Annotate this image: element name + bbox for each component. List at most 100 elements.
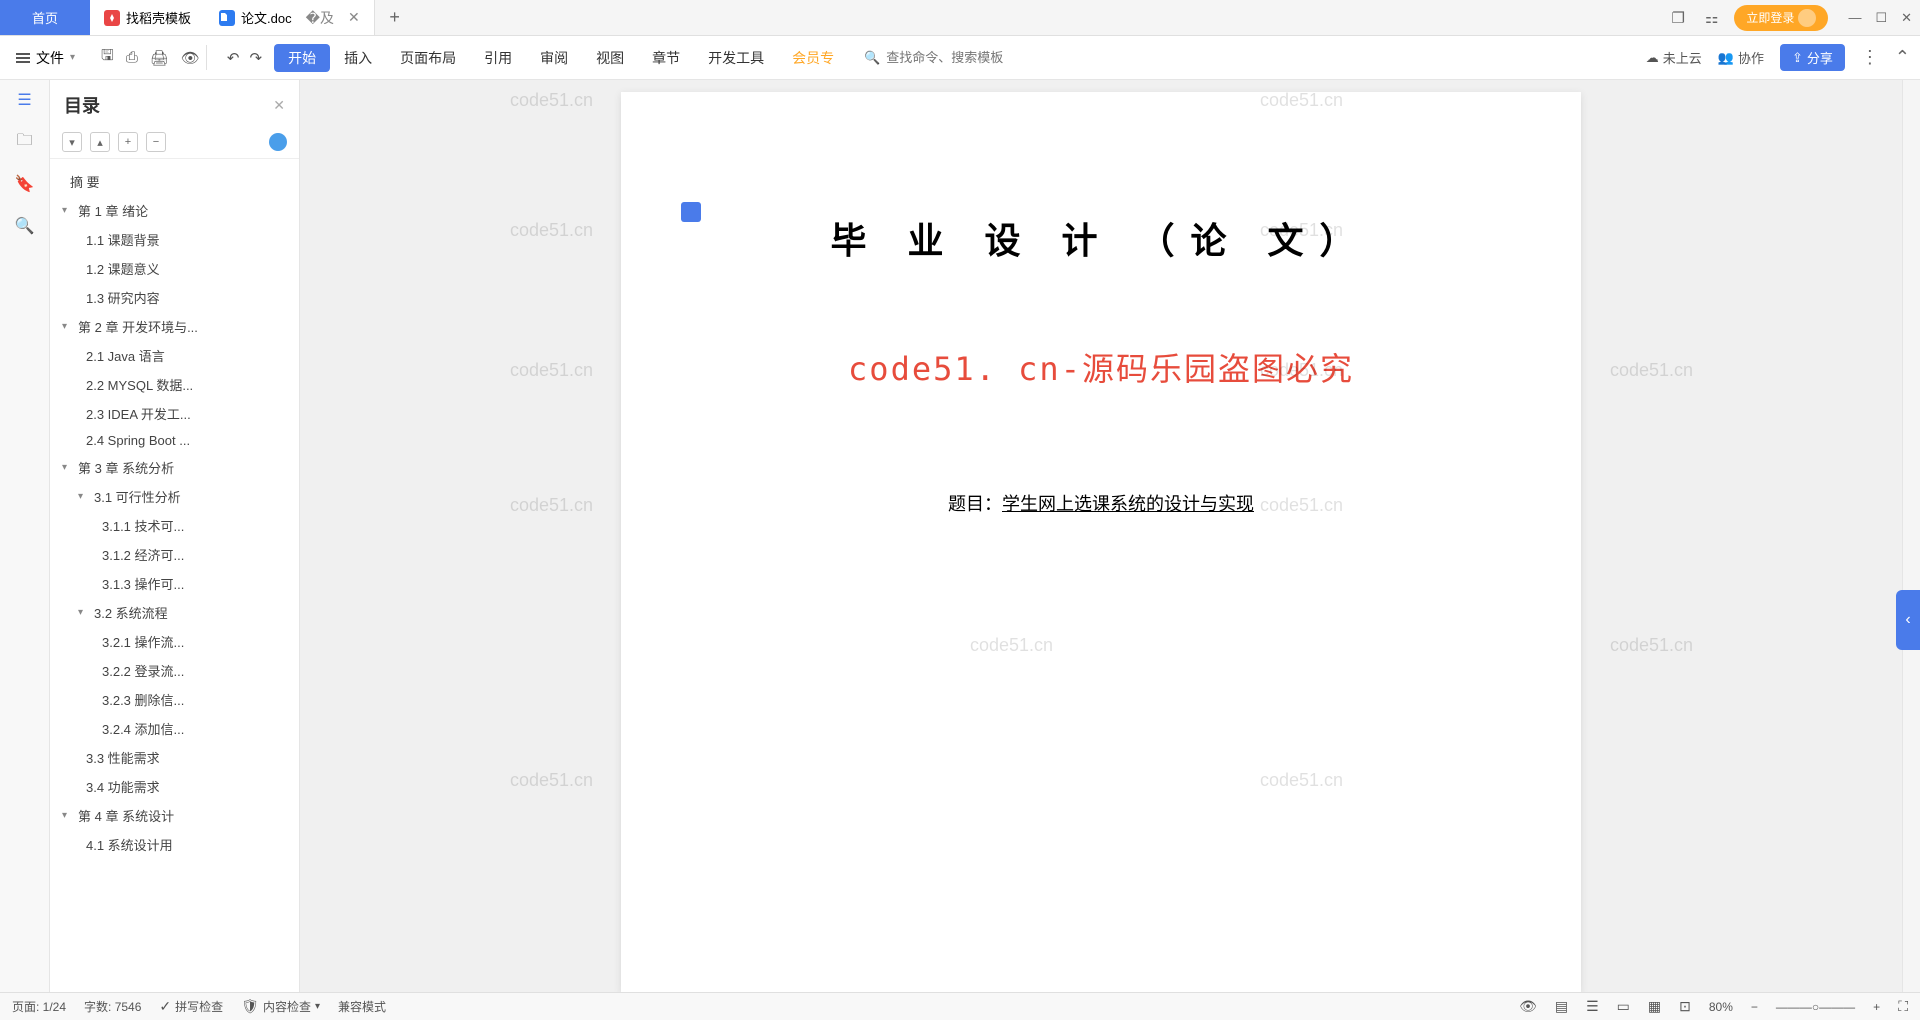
- menu-引用[interactable]: 引用: [470, 44, 526, 72]
- outline-item[interactable]: 3.1.1 技术可...: [54, 511, 295, 540]
- outline-item[interactable]: ▾3.1 可行性分析: [54, 482, 295, 511]
- outline-item[interactable]: 1.2 课题意义: [54, 254, 295, 283]
- print-icon[interactable]: 🖨: [150, 49, 169, 67]
- export-icon[interactable]: ⎙: [126, 49, 138, 66]
- menu-会员专[interactable]: 会员专: [778, 44, 848, 72]
- outline-close-icon[interactable]: ✕: [273, 97, 285, 114]
- doc-title: 毕 业 设 计 （论 文）: [681, 212, 1521, 264]
- compat-mode[interactable]: 兼容模式: [338, 998, 386, 1015]
- tab-monitor-icon[interactable]: �及: [306, 8, 334, 28]
- tab-close-icon[interactable]: ✕: [348, 9, 360, 26]
- view-web-icon[interactable]: ▦: [1648, 998, 1661, 1015]
- scrollbar[interactable]: [1902, 80, 1920, 992]
- tab-templates-label: 找稻壳模板: [126, 8, 191, 27]
- outline-item[interactable]: 2.3 IDEA 开发工...: [54, 399, 295, 428]
- collapse-all-icon[interactable]: ▾: [62, 132, 82, 152]
- login-button[interactable]: 立即登录: [1734, 5, 1828, 31]
- zoom-slider[interactable]: ———○———: [1776, 1000, 1855, 1014]
- outline-item[interactable]: 4.1 系统设计用: [54, 830, 295, 859]
- outline-item[interactable]: ▾第 1 章 绪论: [54, 196, 295, 225]
- close-icon[interactable]: ✕: [1901, 10, 1912, 26]
- outline-item[interactable]: 摘 要: [54, 167, 295, 196]
- tab-templates[interactable]: 找稻壳模板: [90, 0, 205, 35]
- watermark: code51.cn: [510, 770, 593, 791]
- remove-icon[interactable]: −: [146, 132, 166, 152]
- page-count[interactable]: 页面: 1/24: [12, 998, 66, 1015]
- zoom-out-icon[interactable]: −: [1751, 1000, 1758, 1014]
- menu-开发工具[interactable]: 开发工具: [694, 44, 778, 72]
- outline-item[interactable]: ▾第 2 章 开发环境与...: [54, 312, 295, 341]
- outline-item[interactable]: 3.2.3 删除信...: [54, 685, 295, 714]
- outline-item[interactable]: 1.1 课题背景: [54, 225, 295, 254]
- view-page-icon[interactable]: ▤: [1555, 998, 1568, 1015]
- tab-document[interactable]: 论文.doc �及 ✕: [205, 0, 375, 35]
- cloud-status[interactable]: ☁未上云: [1646, 48, 1702, 67]
- outline-item-label: 1.2 课题意义: [86, 259, 160, 278]
- titlebar-right: ❐ ⚏ 立即登录 — ☐ ✕: [1668, 0, 1920, 35]
- outline-item[interactable]: ▾第 4 章 系统设计: [54, 801, 295, 830]
- outline-item[interactable]: 3.2.1 操作流...: [54, 627, 295, 656]
- apps-icon[interactable]: ⚏: [1701, 5, 1722, 31]
- folder-icon[interactable]: 🗀: [15, 132, 35, 152]
- spellcheck[interactable]: ✓拼写检查: [159, 998, 223, 1015]
- user-avatar-icon[interactable]: [269, 133, 287, 151]
- collab-button[interactable]: 👥协作: [1718, 48, 1764, 67]
- zoom-fit-icon[interactable]: ⊡: [1679, 998, 1691, 1015]
- more-icon[interactable]: ⋮: [1861, 47, 1879, 68]
- outline-item[interactable]: 2.2 MYSQL 数据...: [54, 370, 295, 399]
- menu-章节[interactable]: 章节: [638, 44, 694, 72]
- menu-视图[interactable]: 视图: [582, 44, 638, 72]
- fullscreen-icon[interactable]: ⛶: [1898, 998, 1908, 1015]
- outline-item[interactable]: ▾第 3 章 系统分析: [54, 453, 295, 482]
- preview-icon[interactable]: 👁: [181, 49, 200, 67]
- outline-item[interactable]: 3.1.3 操作可...: [54, 569, 295, 598]
- expand-all-icon[interactable]: ▴: [90, 132, 110, 152]
- outline-item-label: 3.1.2 经济可...: [102, 545, 184, 564]
- content-label: 内容检查: [263, 998, 311, 1015]
- outline-item[interactable]: 3.3 性能需求: [54, 743, 295, 772]
- outline-item[interactable]: 3.4 功能需求: [54, 772, 295, 801]
- outline-item[interactable]: 3.2.4 添加信...: [54, 714, 295, 743]
- redo-icon[interactable]: ↷: [250, 49, 263, 67]
- word-count[interactable]: 字数: 7546: [84, 998, 141, 1015]
- outline-item[interactable]: 1.3 研究内容: [54, 283, 295, 312]
- search-input[interactable]: [886, 50, 1046, 65]
- outline-item[interactable]: 2.1 Java 语言: [54, 341, 295, 370]
- content-check[interactable]: 🛡内容检查▾: [241, 998, 320, 1015]
- menu-开始[interactable]: 开始: [274, 44, 330, 72]
- eye-icon[interactable]: 👁: [1519, 998, 1537, 1015]
- side-panel-toggle[interactable]: ‹: [1896, 590, 1920, 650]
- outline-item[interactable]: 3.1.2 经济可...: [54, 540, 295, 569]
- share-label: 分享: [1807, 48, 1833, 67]
- menu-审阅[interactable]: 审阅: [526, 44, 582, 72]
- add-icon[interactable]: +: [118, 132, 138, 152]
- outline-item[interactable]: 3.2.2 登录流...: [54, 656, 295, 685]
- bookmark-icon[interactable]: 🔖: [15, 174, 35, 194]
- tab-home[interactable]: 首页: [0, 0, 90, 35]
- minimize-icon[interactable]: —: [1848, 10, 1861, 26]
- file-menu[interactable]: 文件 ▾: [10, 44, 81, 72]
- document-canvas[interactable]: 毕 业 设 计 （论 文） code51. cn-源码乐园盗图必究 题目：学生网…: [300, 80, 1902, 992]
- layout-icon[interactable]: ❐: [1668, 5, 1689, 31]
- outline-item[interactable]: ▾3.2 系统流程: [54, 598, 295, 627]
- zoom-in-icon[interactable]: +: [1873, 1000, 1880, 1014]
- share-button[interactable]: ⇪分享: [1780, 44, 1845, 71]
- outline-item-label: 3.2.1 操作流...: [102, 632, 184, 651]
- zoom-level[interactable]: 80%: [1709, 1000, 1733, 1014]
- outline-item-label: 2.2 MYSQL 数据...: [86, 375, 193, 394]
- save-icon[interactable]: 🖫: [101, 45, 114, 70]
- outline-icon[interactable]: ☰: [15, 90, 35, 110]
- view-read-icon[interactable]: ▭: [1617, 998, 1630, 1015]
- page-handle-icon[interactable]: [681, 202, 701, 222]
- collapse-icon[interactable]: ⌃: [1895, 47, 1910, 68]
- tab-new[interactable]: +: [375, 0, 415, 35]
- outline-item[interactable]: 2.4 Spring Boot ...: [54, 428, 295, 453]
- menu-插入[interactable]: 插入: [330, 44, 386, 72]
- menu-页面布局[interactable]: 页面布局: [386, 44, 470, 72]
- view-outline-icon[interactable]: ☰: [1586, 998, 1599, 1015]
- find-icon[interactable]: 🔍: [15, 216, 35, 236]
- chevron-down-icon: ▾: [78, 491, 90, 502]
- command-search[interactable]: 🔍: [864, 50, 1046, 66]
- maximize-icon[interactable]: ☐: [1875, 10, 1887, 26]
- undo-icon[interactable]: ↶: [227, 49, 240, 67]
